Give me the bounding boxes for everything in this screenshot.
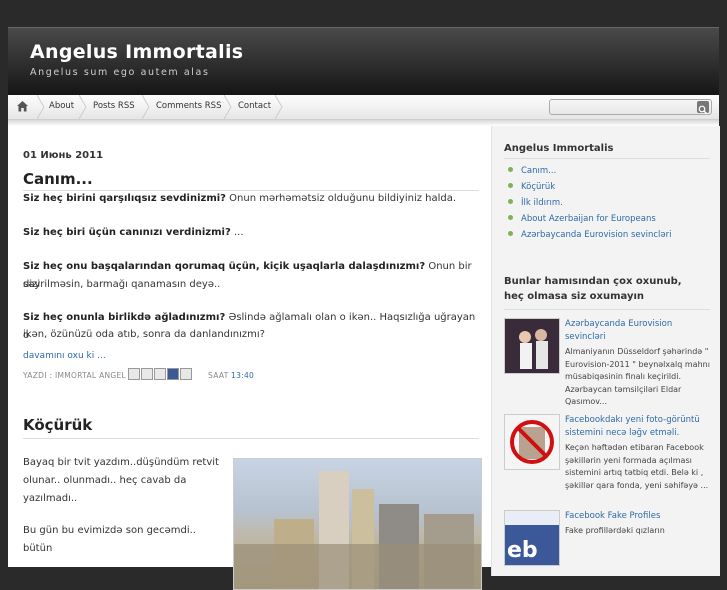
share-buttons <box>128 368 192 380</box>
nav-contact[interactable]: Contact <box>238 95 271 119</box>
widget-title: Bunlar hamısından çox oxunub, heç olmasa… <box>504 276 682 302</box>
popular-post-snippet: Fake profillərdəki qızların <box>565 526 665 535</box>
link-label: Canım... <box>521 166 557 176</box>
facebook-thumbnail-image: eb <box>505 511 559 565</box>
post-title[interactable]: Köçürük <box>23 416 92 434</box>
popular-post-thumbnail[interactable] <box>504 318 560 374</box>
home-icon[interactable] <box>16 100 29 113</box>
post-paragraph: Bu gün bu evimizdə son gecəmdi.. bütün <box>23 525 196 554</box>
recent-post-link[interactable]: Canım... <box>508 166 556 176</box>
divider <box>23 438 479 439</box>
popular-post-snippet: Keçən həftədən etibarən Facebook şəkillə… <box>565 443 709 490</box>
sidebar: Angelus Immortalis Canım... Köçürük İlk … <box>491 126 720 576</box>
recent-post-link[interactable]: İlk ildırım. <box>508 198 563 208</box>
site-header: Angelus Immortalis Angelus sum ego autem… <box>8 27 719 96</box>
email-share-icon[interactable] <box>128 368 140 380</box>
post-author: YAZDI : IMMORTAL ANGEL <box>23 371 127 380</box>
bullet-icon <box>508 183 513 188</box>
link-label: Azərbaycanda Eurovision sevincləri <box>521 230 672 240</box>
nav-separator <box>224 95 232 119</box>
main-content: 01 Июнь 2011 Canım... Siz heç birini qar… <box>8 126 491 590</box>
read-more-link[interactable]: davamını oxu ki ... <box>23 351 106 361</box>
post-paragraph: səyrilməsin, barmağı qanamasın deyə.. <box>23 276 478 294</box>
paragraph-text: ikən, özünüzü oda atıb, sonra da danland… <box>23 329 265 340</box>
city-photo-illustration <box>234 471 481 589</box>
popular-post-snippet: Almaniyanın Düsseldorf şəhərində " Eurov… <box>565 347 710 406</box>
widget-title: Angelus Immortalis <box>504 143 614 154</box>
post-paragraph: ikən, özünüzü oda atıb, sonra da danland… <box>23 326 478 344</box>
post-paragraph: yazılmadı.. <box>23 493 78 504</box>
nav-about[interactable]: About <box>49 95 74 119</box>
nav-posts-rss[interactable]: Posts RSS <box>93 95 135 119</box>
bullet-icon <box>508 215 513 220</box>
bullet-icon <box>508 231 513 236</box>
popular-post-thumbnail[interactable]: eb <box>504 510 560 566</box>
nav-bar: About Posts RSS Comments RSS Contact <box>8 95 719 120</box>
recent-post-link[interactable]: About Azerbaijan for Europeans <box>508 214 656 224</box>
post-time-label: SAAT <box>208 371 229 380</box>
paragraph-text: ... <box>230 227 244 238</box>
nav-comments-rss[interactable]: Comments RSS <box>156 95 221 119</box>
post-date: 01 Июнь 2011 <box>23 150 104 161</box>
page-frame: Angelus Immortalis Angelus sum ego autem… <box>8 27 720 590</box>
divider <box>504 309 710 310</box>
post-paragraph: Siz heç biri üçün canınızı verdinizmi? .… <box>23 224 478 242</box>
bullet-icon <box>508 167 513 172</box>
post-paragraph: Siz heç birini qarşılıqsız sevdinizmi? O… <box>23 190 478 208</box>
popular-post-title[interactable]: Facebook Fake Profiles <box>565 510 710 523</box>
popular-post-title[interactable]: Facebookdakı yeni foto-görüntü sistemini… <box>565 414 710 440</box>
site-tagline: Angelus sum ego autem alas <box>30 67 210 78</box>
popular-post-title[interactable]: Azərbaycanda Eurovision sevincləri <box>565 318 710 344</box>
link-label: Köçürük <box>521 182 556 192</box>
post-paragraph: olunar.. olunmadı.. heç cavab da <box>23 475 187 486</box>
nav-separator <box>142 95 150 119</box>
paragraph-text: Onun mərhəmətsiz olduğunu bildiyiniz hal… <box>225 193 457 204</box>
paragraph-bold: Siz heç birini qarşılıqsız sevdinizmi? <box>23 193 226 204</box>
paragraph-text: səyrilməsin, barmağı qanamasın deyə.. <box>23 279 221 290</box>
paragraph-bold: Siz heç onunla birlikdə ağladınızmı? <box>23 312 226 323</box>
blog-share-icon[interactable] <box>141 368 153 380</box>
twitter-share-icon[interactable] <box>154 368 166 380</box>
post-time-link[interactable]: 13:40 <box>231 371 254 380</box>
link-label: About Azerbaijan for Europeans <box>521 214 656 224</box>
paragraph-bold: Siz heç onu başqalarından qorumaq üçün, … <box>23 261 426 272</box>
facebook-share-icon[interactable] <box>167 368 179 380</box>
divider <box>504 158 710 159</box>
post-paragraph: Bayaq bir tvit yazdım..düşündüm retvit <box>23 457 219 468</box>
post-title[interactable]: Canım... <box>23 170 93 188</box>
buzz-share-icon[interactable] <box>180 368 192 380</box>
search-button[interactable] <box>697 101 709 115</box>
post-photo <box>233 458 482 590</box>
search-input[interactable] <box>549 99 712 115</box>
recent-post-link[interactable]: Azərbaycanda Eurovision sevincləri <box>508 230 672 240</box>
nav-separator <box>37 95 45 119</box>
paragraph-bold: Siz heç biri üçün canınızı verdinizmi? <box>23 227 231 238</box>
no-photo-thumbnail-image <box>505 415 559 469</box>
link-label: İlk ildırım. <box>521 198 563 208</box>
site-title[interactable]: Angelus Immortalis <box>30 41 243 63</box>
eurovision-thumbnail-image <box>505 319 559 373</box>
svg-text:eb: eb <box>507 538 538 563</box>
nav-separator <box>275 95 283 119</box>
nav-separator <box>79 95 87 119</box>
recent-post-link[interactable]: Köçürük <box>508 182 555 192</box>
bullet-icon <box>508 199 513 204</box>
popular-post-thumbnail[interactable] <box>504 414 560 470</box>
search-icon <box>698 105 708 115</box>
